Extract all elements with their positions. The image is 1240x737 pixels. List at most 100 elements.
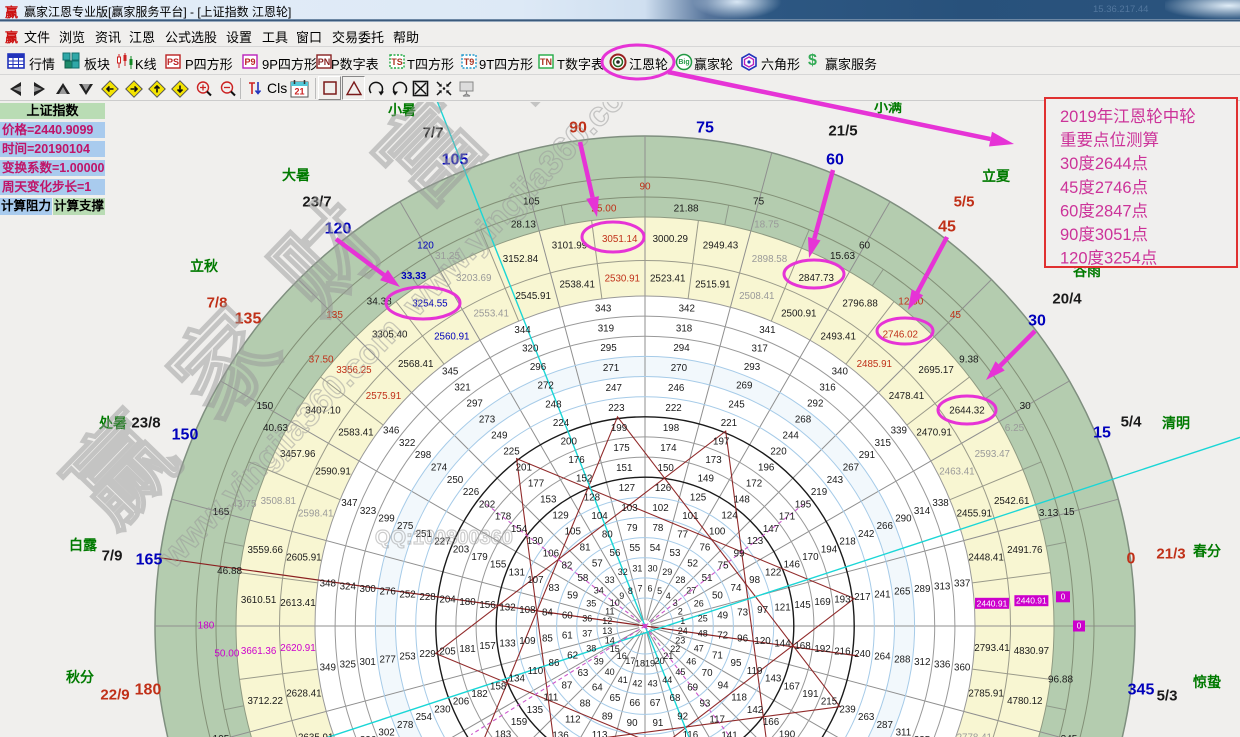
svg-text:10: 10 (610, 598, 620, 608)
svg-text:23/7: 23/7 (302, 194, 331, 211)
svg-text:50: 50 (712, 591, 723, 602)
svg-text:43: 43 (648, 679, 658, 689)
svg-text:154: 154 (511, 524, 528, 535)
svg-text:295: 295 (600, 343, 617, 354)
svg-text:159: 159 (511, 717, 527, 728)
svg-text:119: 119 (747, 666, 763, 677)
svg-text:2695.17: 2695.17 (918, 365, 953, 376)
svg-text:4830.97: 4830.97 (1014, 646, 1049, 657)
svg-text:60: 60 (826, 152, 844, 169)
svg-text:3000.29: 3000.29 (653, 234, 688, 245)
svg-text:205: 205 (439, 647, 456, 658)
svg-text:2598.41: 2598.41 (298, 509, 333, 520)
svg-text:45: 45 (950, 310, 962, 321)
svg-text:337: 337 (954, 579, 970, 590)
svg-text:222: 222 (665, 403, 681, 414)
svg-text:155: 155 (490, 560, 507, 571)
svg-text:15.63: 15.63 (830, 251, 855, 262)
svg-text:135: 135 (326, 310, 343, 321)
svg-text:299: 299 (378, 514, 394, 525)
svg-text:14: 14 (605, 636, 615, 646)
svg-text:13: 13 (602, 626, 612, 636)
svg-text:1: 1 (680, 616, 685, 626)
svg-text:158: 158 (490, 681, 507, 692)
svg-text:269: 269 (736, 381, 752, 392)
svg-text:处暑: 处暑 (98, 415, 127, 431)
svg-text:254: 254 (416, 712, 433, 723)
svg-text:21/5: 21/5 (828, 123, 857, 140)
svg-text:172: 172 (746, 479, 762, 490)
svg-text:34.38: 34.38 (367, 297, 392, 308)
svg-text:QQ:100800360: QQ:100800360 (375, 527, 513, 549)
svg-text:345: 345 (442, 367, 459, 378)
svg-text:5/3: 5/3 (1157, 688, 1178, 705)
svg-text:96.88: 96.88 (1048, 675, 1073, 686)
svg-text:101: 101 (682, 511, 698, 522)
svg-text:228: 228 (419, 592, 436, 603)
svg-text:19: 19 (645, 659, 655, 669)
svg-text:38: 38 (586, 643, 596, 653)
svg-text:275: 275 (397, 521, 414, 532)
svg-text:246: 246 (668, 383, 685, 394)
svg-text:90度3051点: 90度3051点 (1060, 225, 1148, 244)
svg-text:178: 178 (495, 512, 512, 523)
svg-text:297: 297 (467, 399, 483, 410)
svg-text:133: 133 (499, 639, 516, 650)
svg-text:96: 96 (737, 633, 748, 644)
svg-text:288: 288 (894, 654, 911, 665)
svg-text:93: 93 (699, 699, 710, 710)
svg-text:291: 291 (859, 450, 875, 461)
svg-text:4: 4 (666, 591, 671, 601)
svg-text:5/4: 5/4 (1121, 414, 1143, 431)
svg-text:203: 203 (453, 544, 470, 555)
svg-text:336: 336 (934, 660, 951, 671)
svg-text:53: 53 (670, 548, 681, 559)
svg-text:118: 118 (731, 693, 747, 704)
svg-text:150: 150 (658, 463, 675, 474)
svg-text:3051.14: 3051.14 (602, 234, 638, 245)
svg-text:2568.41: 2568.41 (398, 359, 433, 370)
svg-text:57: 57 (592, 558, 603, 569)
svg-text:67: 67 (650, 698, 661, 709)
svg-text:63: 63 (577, 668, 588, 679)
svg-text:77: 77 (677, 530, 688, 541)
svg-text:56: 56 (610, 548, 621, 559)
svg-text:148: 148 (734, 495, 751, 506)
svg-text:224: 224 (553, 418, 570, 429)
svg-text:223: 223 (608, 403, 625, 414)
svg-text:217: 217 (854, 592, 870, 603)
svg-text:2493.41: 2493.41 (820, 331, 855, 342)
svg-text:PS: PS (167, 57, 179, 67)
svg-text:192: 192 (814, 644, 830, 655)
svg-text:5/5: 5/5 (954, 194, 975, 211)
svg-text:2605.91: 2605.91 (286, 553, 321, 564)
svg-text:71: 71 (712, 651, 723, 662)
svg-text:2019年江恩轮中轮: 2019年江恩轮中轮 (1060, 107, 1196, 126)
svg-text:21/3: 21/3 (1156, 546, 1185, 563)
svg-text:2515.91: 2515.91 (695, 279, 730, 290)
svg-text:245: 245 (728, 399, 745, 410)
svg-text:大暑: 大暑 (282, 167, 310, 183)
svg-text:2620.91: 2620.91 (280, 643, 315, 654)
svg-text:66: 66 (629, 698, 640, 709)
svg-text:15: 15 (610, 644, 620, 654)
svg-text:2523.41: 2523.41 (650, 274, 685, 285)
svg-text:193: 193 (834, 595, 851, 606)
svg-text:225: 225 (503, 447, 520, 458)
svg-text:79: 79 (627, 523, 638, 534)
svg-text:220: 220 (770, 447, 787, 458)
svg-text:2463.41: 2463.41 (939, 467, 974, 478)
svg-text:7/9: 7/9 (102, 548, 123, 565)
svg-text:169: 169 (814, 597, 830, 608)
svg-text:16: 16 (617, 651, 627, 661)
svg-text:168: 168 (794, 641, 811, 652)
svg-text:153: 153 (540, 495, 557, 506)
svg-text:150: 150 (172, 427, 199, 444)
svg-text:2949.43: 2949.43 (703, 241, 739, 252)
svg-text:243: 243 (827, 475, 844, 486)
svg-text:2542.61: 2542.61 (994, 496, 1029, 507)
svg-text:重要点位测算: 重要点位测算 (1060, 131, 1159, 150)
svg-text:23/8: 23/8 (131, 415, 160, 432)
svg-text:247: 247 (606, 383, 622, 394)
svg-text:46: 46 (686, 656, 696, 666)
